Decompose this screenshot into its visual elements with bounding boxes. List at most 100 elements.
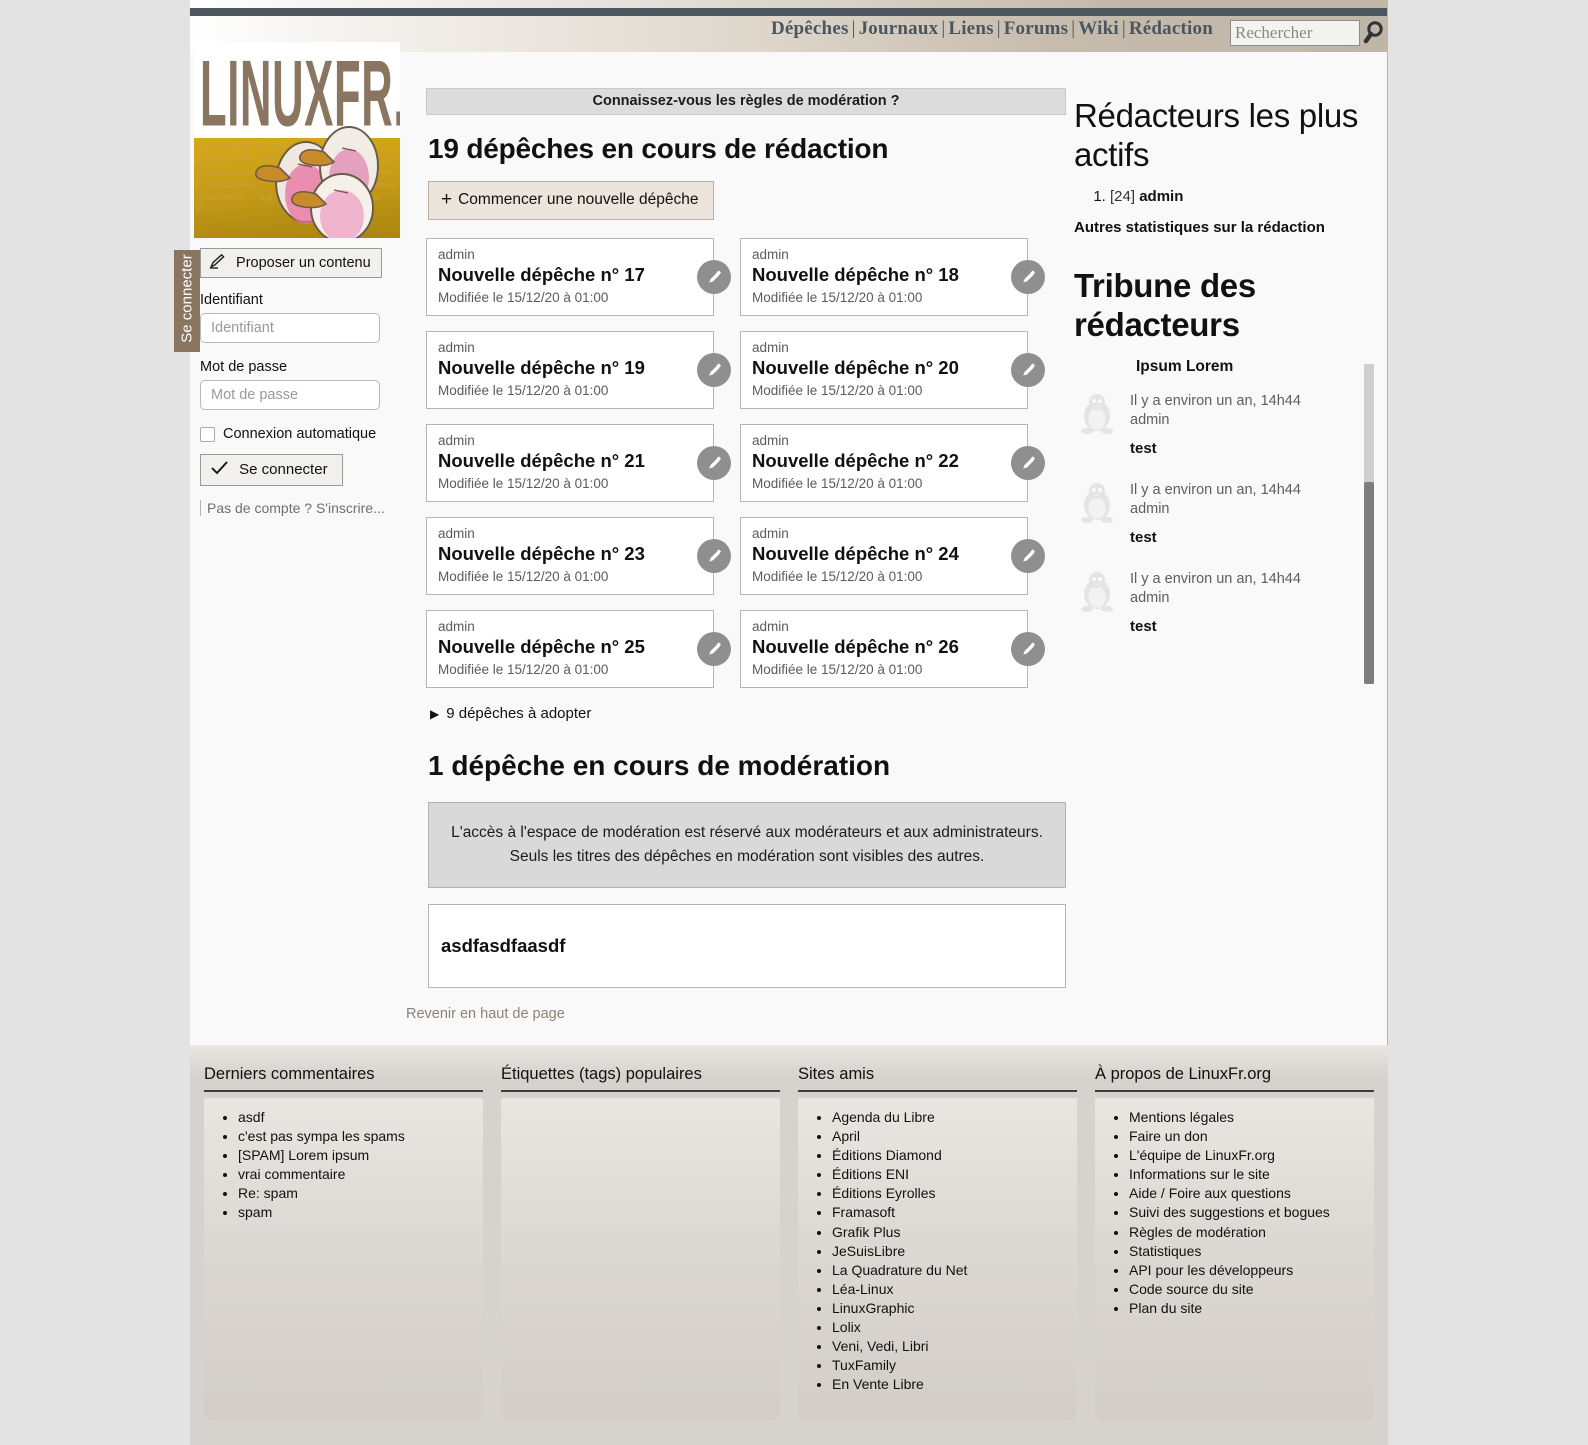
page-title-redaction: 19 dépêches en cours de rédaction (428, 133, 889, 164)
footer-link[interactable]: Framasoft (832, 1203, 1077, 1222)
search-icon[interactable] (1362, 18, 1390, 46)
footer-link[interactable]: Léa-Linux (832, 1280, 1077, 1299)
password-field-label: Mot de passe (200, 359, 288, 375)
footer-link[interactable]: LinuxGraphic (832, 1299, 1077, 1318)
footer-column-panel: asdfc'est pas sympa les spams[SPAM] Lore… (204, 1098, 483, 1421)
nav-item-liens[interactable]: Liens (948, 18, 993, 39)
depeche-card[interactable]: admin Nouvelle dépêche n° 18 Modifiée le 1… (740, 238, 1045, 316)
footer-link[interactable]: Plan du site (1129, 1299, 1374, 1318)
footer-link[interactable]: Éditions Eyrolles (832, 1184, 1077, 1203)
footer-link[interactable]: Re: spam (238, 1184, 483, 1203)
footer-link[interactable]: TuxFamily (832, 1356, 1077, 1375)
footer-column-title: Étiquettes (tags) populaires (501, 1065, 780, 1092)
footer-link[interactable]: Éditions ENI (832, 1165, 1077, 1184)
depeche-card[interactable]: admin Nouvelle dépêche n° 19 Modifiée le 1… (426, 331, 731, 409)
depeche-card[interactable]: admin Nouvelle dépêche n° 23 Modifiée le 1… (426, 517, 731, 595)
footer-link[interactable]: April (832, 1127, 1077, 1146)
edit-depeche-pencil-icon[interactable] (1011, 353, 1045, 387)
moderation-depeche-card[interactable]: asdfasdfaasdf (428, 904, 1066, 988)
autoconnect-checkbox[interactable] (200, 426, 215, 442)
autoconnect-row[interactable]: Connexion automatique (200, 426, 400, 442)
search-area (1230, 20, 1383, 46)
footer-link[interactable]: Statistiques (1129, 1242, 1374, 1261)
nav-item-redaction[interactable]: Rédaction (1129, 18, 1213, 39)
depeche-card[interactable]: admin Nouvelle dépêche n° 22 Modifiée le 1… (740, 424, 1045, 502)
edit-depeche-pencil-icon[interactable] (697, 260, 731, 294)
editor-name: admin (1139, 188, 1184, 205)
nav-item-wiki[interactable]: Wiki (1078, 18, 1119, 39)
depeche-author: admin (438, 619, 475, 634)
footer-link[interactable]: JeSuisLibre (832, 1242, 1077, 1261)
footer-link[interactable]: API pour les développeurs (1129, 1261, 1374, 1280)
footer-link[interactable]: Faire un don (1129, 1127, 1374, 1146)
edit-depeche-pencil-icon[interactable] (697, 632, 731, 666)
depeche-modified-date: Modifiée le 15/12/20 à 01:00 (752, 476, 923, 491)
footer-link[interactable]: [SPAM] Lorem ipsum (238, 1146, 483, 1165)
footer-link[interactable]: La Quadrature du Net (832, 1261, 1077, 1280)
tribune-scrollbar-track[interactable] (1364, 364, 1374, 684)
footer-link[interactable]: Veni, Vedi, Libri (832, 1337, 1077, 1356)
footer-link[interactable]: Grafik Plus (832, 1223, 1077, 1242)
moderation-rules-banner[interactable]: Connaissez-vous les règles de modération… (426, 88, 1066, 115)
depeche-modified-date: Modifiée le 15/12/20 à 01:00 (752, 290, 923, 305)
password-input[interactable] (200, 380, 380, 410)
footer-link[interactable]: asdf (238, 1108, 483, 1127)
depeche-card[interactable]: admin Nouvelle dépêche n° 24 Modifiée le 1… (740, 517, 1045, 595)
login-side-tab[interactable]: Se connecter (174, 250, 200, 352)
tribune-scrollbar-thumb[interactable] (1364, 482, 1374, 684)
depeche-author: admin (438, 433, 475, 448)
edit-depeche-pencil-icon[interactable] (697, 539, 731, 573)
footer-link[interactable]: En Vente Libre (832, 1375, 1077, 1394)
site-logo[interactable]: U GENERAL PUBLIC LICENSE ... Free Softwa… (194, 42, 400, 238)
edit-depeche-pencil-icon[interactable] (1011, 539, 1045, 573)
back-to-top-link[interactable]: Revenir en haut de page (406, 1006, 565, 1022)
nav-separator: | (1121, 18, 1126, 39)
nav-item-depeches[interactable]: Dépêches (771, 18, 849, 39)
footer-column-panel: Mentions légalesFaire un donL'équipe de … (1095, 1098, 1374, 1421)
footer-link[interactable]: spam (238, 1203, 483, 1222)
depeche-card[interactable]: admin Nouvelle dépêche n° 26 Modifiée le 1… (740, 610, 1045, 688)
redaction-stats-link[interactable]: Autres statistiques sur la rédaction (1074, 219, 1374, 236)
edit-depeche-pencil-icon[interactable] (1011, 260, 1045, 294)
depeche-modified-date: Modifiée le 15/12/20 à 01:00 (438, 290, 609, 305)
depeche-card[interactable]: admin Nouvelle dépêche n° 25 Modifiée le 1… (426, 610, 731, 688)
edit-depeche-pencil-icon[interactable] (1011, 632, 1045, 666)
search-input[interactable] (1230, 20, 1360, 46)
top-editors-list: [24] admin (1074, 188, 1374, 205)
tribune-post: Il y a environ un an, 14h44 admin test (1074, 479, 1352, 546)
footer-link[interactable]: c'est pas sympa les spams (238, 1127, 483, 1146)
depeche-card[interactable]: admin Nouvelle dépêche n° 21 Modifiée le 1… (426, 424, 731, 502)
signup-link[interactable]: Pas de compte ? S'inscrire... (200, 500, 385, 516)
tribune-post-message: test (1130, 529, 1157, 546)
nav-item-journaux[interactable]: Journaux (859, 18, 939, 39)
nav-item-forums[interactable]: Forums (1004, 18, 1069, 39)
edit-depeche-pencil-icon[interactable] (1011, 446, 1045, 480)
depeche-author: admin (438, 526, 475, 541)
depeche-title: Nouvelle dépêche n° 19 (438, 357, 645, 378)
propose-content-button[interactable]: Proposer un contenu (200, 248, 382, 278)
footer-link[interactable]: Code source du site (1129, 1280, 1374, 1299)
depeche-modified-date: Modifiée le 15/12/20 à 01:00 (752, 662, 923, 677)
footer-link[interactable]: Mentions légales (1129, 1108, 1374, 1127)
nav-separator: | (996, 18, 1001, 39)
edit-depeche-pencil-icon[interactable] (697, 353, 731, 387)
footer-link[interactable]: Règles de modération (1129, 1223, 1374, 1242)
adopt-depeches-toggle[interactable]: ▶ 9 dépêches à adopter (430, 705, 1066, 722)
depeche-card[interactable]: admin Nouvelle dépêche n° 17 Modifiée le 1… (426, 238, 731, 316)
edit-depeche-pencil-icon[interactable] (697, 446, 731, 480)
footer-link[interactable]: L'équipe de LinuxFr.org (1129, 1146, 1374, 1165)
footer-link[interactable]: vrai commentaire (238, 1165, 483, 1184)
footer-link[interactable]: Informations sur le site (1129, 1165, 1374, 1184)
tribune-post-author: admin (1130, 590, 1170, 606)
footer-link[interactable]: Éditions Diamond (832, 1146, 1077, 1165)
top-editor-item[interactable]: [24] admin (1110, 188, 1374, 205)
footer-link[interactable]: Agenda du Libre (832, 1108, 1077, 1127)
new-depeche-button[interactable]: + Commencer une nouvelle dépêche (428, 181, 714, 220)
footer-link[interactable]: Lolix (832, 1318, 1077, 1337)
login-submit-button[interactable]: Se connecter (200, 454, 343, 486)
depeche-card[interactable]: admin Nouvelle dépêche n° 20 Modifiée le 1… (740, 331, 1045, 409)
footer-link[interactable]: Suivi des suggestions et bogues (1129, 1203, 1374, 1222)
footer-link[interactable]: Aide / Foire aux questions (1129, 1184, 1374, 1203)
depeche-card-grid: admin Nouvelle dépêche n° 17 Modifiée le 1… (426, 238, 1066, 703)
login-input[interactable] (200, 313, 380, 343)
